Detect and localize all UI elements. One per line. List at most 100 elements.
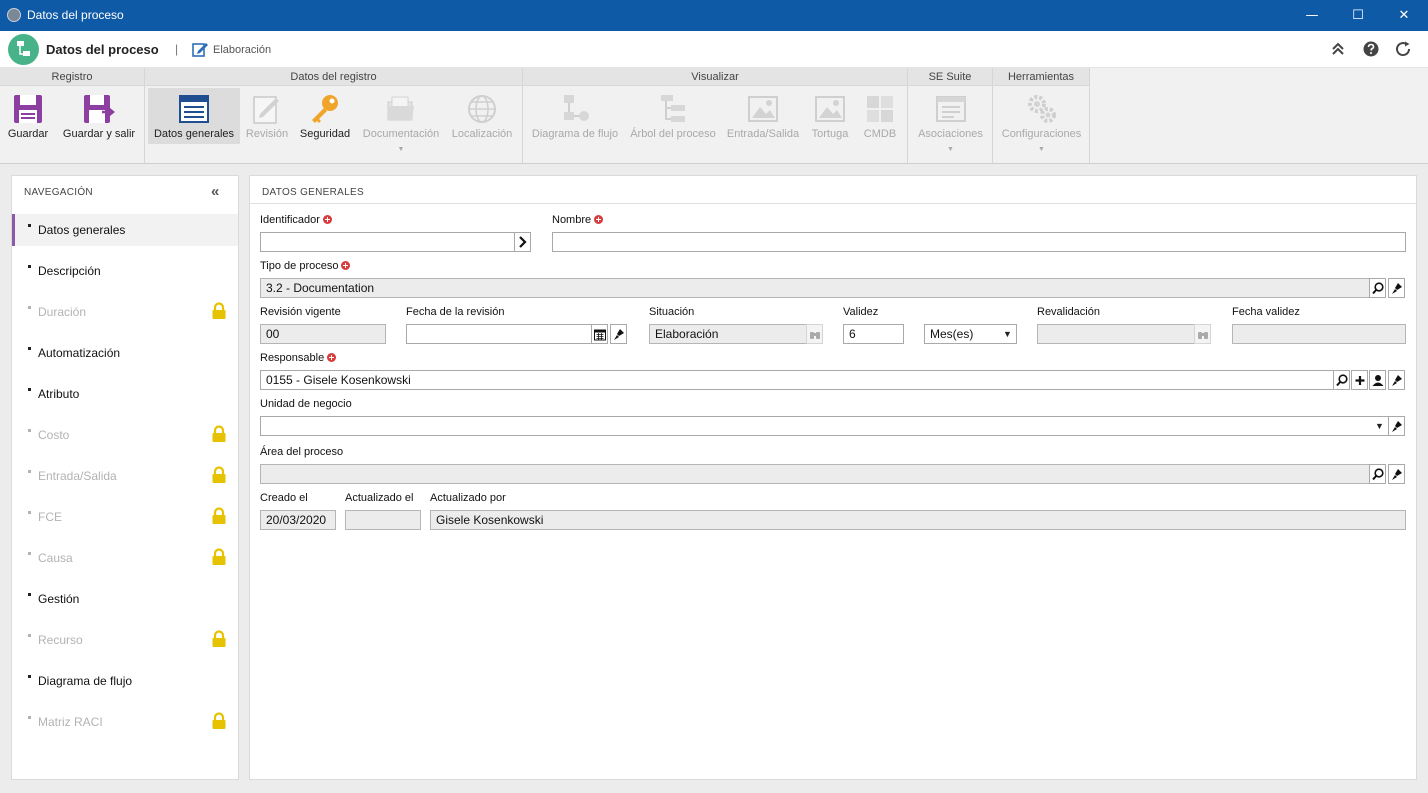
responsible-user-button[interactable]: [1369, 370, 1386, 390]
nav-item[interactable]: Atributo: [12, 378, 238, 410]
status-field: Elaboración: [649, 324, 807, 344]
image-icon: [748, 96, 778, 122]
clear-date-button[interactable]: [610, 324, 627, 344]
chevron-right-icon: [519, 236, 527, 248]
nav-item[interactable]: Datos generales: [12, 214, 238, 246]
documentation-button: Documentación ▼: [360, 88, 442, 153]
save-and-exit-label: Guardar y salir: [62, 128, 136, 140]
collapse-left-icon[interactable]: «: [211, 183, 219, 200]
nav-item[interactable]: Gestión: [12, 583, 238, 615]
bullet-icon: [28, 634, 31, 637]
process-area-search-button[interactable]: [1369, 464, 1386, 484]
save-button[interactable]: Guardar: [2, 88, 54, 144]
search-button[interactable]: [1369, 278, 1386, 298]
nav-item-label: Gestión: [38, 592, 80, 606]
general-data-label: Datos generales: [153, 128, 235, 140]
refresh-icon[interactable]: [1394, 40, 1412, 58]
lock-icon: [211, 425, 227, 443]
eraser-brush-icon: [1392, 375, 1402, 386]
updated-by-label: Actualizado por: [430, 492, 506, 504]
nav-item-label: Matriz RACI: [38, 715, 103, 729]
clear-button[interactable]: [1388, 278, 1405, 298]
tree-icon: [661, 95, 685, 122]
nav-item: Costo: [12, 419, 238, 451]
floppy-disk-icon: [14, 95, 42, 123]
dropdown-caret-icon: ▼: [397, 146, 405, 153]
nav-item-label: Descripción: [38, 264, 101, 278]
maximize-button[interactable]: ☐: [1335, 0, 1381, 31]
collapse-up-icon[interactable]: [1329, 40, 1347, 58]
next-arrow-button[interactable]: [514, 232, 531, 252]
image-icon: [815, 96, 845, 122]
business-unit-select[interactable]: ▼: [260, 416, 1389, 436]
calendar-icon: [594, 329, 606, 341]
lock-icon: [211, 548, 227, 566]
responsible-input[interactable]: 0155 - Gisele Kosenkowski: [260, 370, 1334, 390]
search-icon: [1372, 282, 1384, 295]
name-input[interactable]: [552, 232, 1406, 252]
ribbon-group-visualizar: Visualizar Diagrama de flujo Árbol del p…: [523, 68, 908, 163]
form-window-icon: [179, 95, 209, 123]
validity-unit-value: Mes(es): [930, 327, 974, 341]
turtle-button: Tortuga: [805, 88, 855, 144]
process-area-clear-button[interactable]: [1388, 464, 1405, 484]
status-view-button: [806, 324, 823, 344]
revision-date-input[interactable]: [406, 324, 592, 344]
identifier-label: Identificador: [260, 214, 332, 226]
identifier-input[interactable]: [260, 232, 515, 252]
revision-label: Revisión: [245, 128, 289, 140]
flowchart-icon: [564, 95, 589, 121]
ribbon-toolbar: Registro Guardar Guardar y salir Datos d…: [0, 68, 1428, 164]
validity-unit-select[interactable]: Mes(es) ▼: [924, 324, 1017, 344]
nav-item[interactable]: Automatización: [12, 337, 238, 369]
general-data-button[interactable]: Datos generales: [148, 88, 240, 144]
bullet-icon: [28, 224, 31, 227]
nav-item[interactable]: Descripción: [12, 255, 238, 287]
section-title: DATOS GENERALES: [262, 187, 364, 198]
gears-icon: [1027, 95, 1056, 123]
nav-item: Causa: [12, 542, 238, 574]
divider: [250, 203, 1416, 204]
location-label: Localización: [451, 128, 513, 140]
responsible-clear-button[interactable]: [1388, 370, 1405, 390]
calendar-button[interactable]: [591, 324, 608, 344]
save-and-exit-button[interactable]: Guardar y salir: [58, 88, 140, 144]
binoculars-icon: [1198, 332, 1208, 339]
lock-icon: [211, 466, 227, 484]
minimize-button[interactable]: —: [1289, 0, 1335, 31]
validity-date-field: [1232, 324, 1406, 344]
name-label: Nombre: [552, 214, 604, 226]
nav-item-label: FCE: [38, 510, 62, 524]
nav-item-label: Diagrama de flujo: [38, 674, 133, 688]
close-button[interactable]: ✕: [1381, 0, 1427, 31]
cmdb-icon: [867, 96, 893, 122]
bullet-icon: [28, 388, 31, 391]
business-unit-clear-button[interactable]: [1388, 416, 1405, 436]
current-revision-label: Revisión vigente: [260, 306, 341, 318]
nav-item-label: Duración: [38, 305, 87, 319]
revalidation-field: [1037, 324, 1195, 344]
page-title: Datos del proceso: [46, 42, 159, 57]
window-titlebar: Datos del proceso — ☐ ✕: [0, 0, 1428, 31]
bullet-icon: [28, 470, 31, 473]
nav-item[interactable]: Diagrama de flujo: [12, 665, 238, 697]
page-header: Datos del proceso | Elaboración: [0, 31, 1428, 68]
nav-item-label: Atributo: [38, 387, 80, 401]
responsible-add-button[interactable]: [1351, 370, 1368, 390]
security-button[interactable]: Seguridad: [296, 88, 354, 144]
nav-item-label: Entrada/Salida: [38, 469, 117, 483]
revalidation-label: Revalidación: [1037, 306, 1100, 318]
flowchart-button: Diagrama de flujo: [527, 88, 623, 144]
help-icon[interactable]: [1362, 40, 1380, 58]
globe-icon: [468, 95, 496, 123]
cmdb-label: CMDB: [863, 128, 897, 140]
ribbon-group-title: Datos del registro: [145, 68, 522, 86]
settings-label: Configuraciones: [1001, 128, 1082, 140]
location-button: Localización: [447, 88, 517, 144]
validity-input[interactable]: 6: [843, 324, 904, 344]
responsible-search-button[interactable]: [1333, 370, 1350, 390]
nav-item-label: Datos generales: [38, 223, 126, 237]
lock-icon: [211, 712, 227, 730]
navigation-title: NAVEGACIÓN: [24, 187, 93, 198]
required-icon: [594, 215, 604, 224]
